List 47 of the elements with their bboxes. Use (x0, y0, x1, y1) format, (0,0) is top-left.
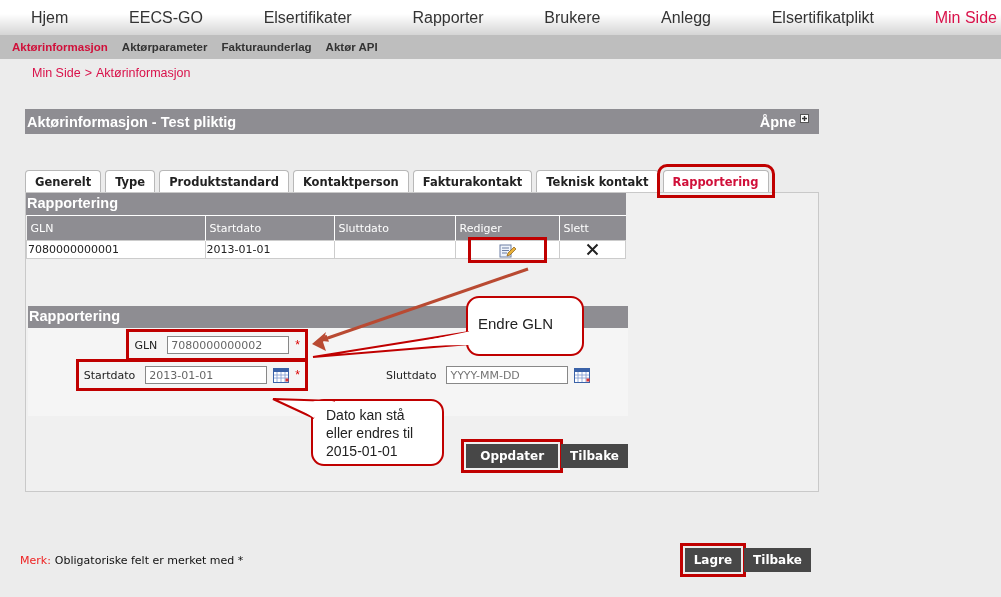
sub-nav-link[interactable]: Fakturaunderlag (221, 41, 312, 53)
callout-text: Dato kan stå eller endres til 2015-01-01 (326, 406, 415, 460)
calendar-icon[interactable] (574, 367, 591, 383)
callout-text: Endre GLN (478, 314, 554, 334)
column-header: Slett (559, 215, 626, 241)
tab[interactable]: Produktstandard (159, 170, 289, 192)
back-button[interactable]: Tilbake (744, 548, 811, 572)
tab[interactable]: Kontaktperson (292, 170, 409, 192)
tab[interactable]: Fakturakontakt (412, 170, 533, 192)
input-field[interactable]: YYYY-MM-DD (446, 366, 569, 384)
nav-link[interactable]: Rapporter (412, 8, 484, 27)
field-label: GLN (134, 338, 158, 352)
required-mark: * (295, 338, 300, 352)
calendar-icon[interactable] (273, 367, 290, 383)
tab[interactable]: Generelt (25, 170, 102, 192)
back-button[interactable]: Tilbake (561, 444, 628, 468)
expand-icon (800, 113, 809, 123)
input-field[interactable]: 7080000000002 (167, 336, 290, 354)
required-mark: * (295, 368, 300, 382)
panel-title: Aktørinformasjon - Test pliktig (27, 113, 237, 130)
breadcrumb-separator: > (84, 66, 92, 82)
column-header: GLN (26, 215, 205, 241)
field-label: Startdato (83, 368, 136, 382)
nav-link[interactable]: Brukere (544, 8, 601, 27)
section-header: Rapportering (26, 193, 626, 215)
edit-icon (498, 243, 516, 258)
column-header: Sluttdato (334, 215, 455, 241)
sub-nav-link[interactable]: Aktør API (325, 41, 378, 53)
breadcrumb-link[interactable]: Min Side (32, 66, 81, 86)
tab[interactable]: Teknisk kontakt (536, 170, 659, 192)
sub-nav-link[interactable]: Aktørparameter (121, 41, 208, 53)
nav-link[interactable]: Anlegg (661, 8, 711, 27)
nav-link[interactable]: Elsertifikatplikt (771, 8, 874, 27)
table-cell: 7080000000001 (26, 240, 205, 259)
delete-icon[interactable] (585, 243, 599, 256)
table-cell: 2013-01-01 (205, 240, 334, 259)
breadcrumb-link[interactable]: Aktørinformasjon (95, 66, 191, 86)
nav-link[interactable]: Hjem (31, 8, 69, 27)
field-label: Sluttdato (386, 368, 437, 382)
note-label: Merk: (20, 553, 51, 567)
nav-link[interactable]: EECS-GO (129, 8, 203, 27)
note-text: Obligatoriske felt er merket med * (54, 553, 244, 567)
input-field[interactable]: 2013-01-01 (145, 366, 268, 384)
nav-link[interactable]: Elsertifikater (263, 8, 352, 27)
tab[interactable]: Type (105, 170, 156, 192)
nav-link[interactable]: Min Side (934, 8, 997, 27)
column-header: Startdato (205, 215, 334, 241)
